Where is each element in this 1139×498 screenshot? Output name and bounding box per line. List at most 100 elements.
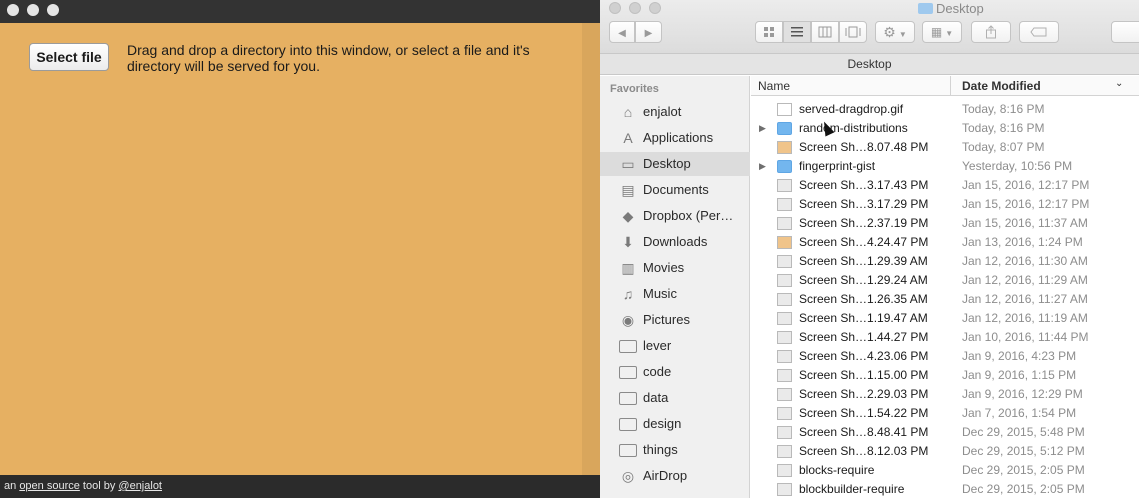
sidebar-icon: ♫ (622, 286, 634, 302)
sidebar-item-airdrop[interactable]: ◎ AirDrop (600, 464, 750, 488)
sidebar-item-design[interactable]: design (600, 412, 750, 436)
sidebar-item-enjalot[interactable]: ⌂ enjalot (600, 100, 750, 124)
cover-flow-button[interactable] (839, 21, 867, 43)
finder-zoom-button[interactable] (649, 2, 661, 14)
zoom-button[interactable] (47, 4, 59, 16)
file-name: Screen Sh…1.19.47 AM (799, 311, 928, 325)
finder-sidebar: Favorites ⌂ enjalot A Applications ▭ Desktop ▤… (600, 76, 750, 498)
file-date: Jan 13, 2016, 1:24 PM (962, 235, 1083, 249)
file-list: Name Date Modified ⌄ served-dragdrop.gif… (751, 76, 1139, 498)
sidebar-item-downloads[interactable]: ⬇ Downloads (600, 230, 750, 254)
icon-view-button[interactable] (755, 21, 783, 43)
sidebar-item-label: Music (643, 286, 677, 301)
sidebar-item-dropbox-per[interactable]: ◆ Dropbox (Per… (600, 204, 750, 228)
sidebar-item-lever[interactable]: lever (600, 334, 750, 358)
tag-button[interactable] (1019, 21, 1059, 43)
open-source-link[interactable]: open source (19, 480, 80, 492)
file-row[interactable]: Screen Sh…3.17.29 PM Jan 15, 2016, 12:17 … (751, 195, 1139, 214)
file-icon (777, 312, 792, 325)
column-view-icon (818, 26, 832, 38)
sidebar-item-movies[interactable]: ▥ Movies (600, 256, 750, 280)
file-row[interactable]: Screen Sh…2.37.19 PM Jan 15, 2016, 11:37 … (751, 214, 1139, 233)
file-name: random-distributions (799, 121, 908, 135)
file-name: Screen Sh…1.54.22 PM (799, 406, 929, 420)
action-button[interactable]: ⚙ ▼ (875, 21, 915, 43)
column-header-date-modified[interactable]: Date Modified (962, 79, 1041, 93)
share-button[interactable] (971, 21, 1011, 43)
sidebar-item-data[interactable]: data (600, 386, 750, 410)
path-bar-label: Desktop (847, 57, 892, 71)
sidebar-item-pictures[interactable]: ◉ Pictures (600, 308, 750, 332)
enjalot-link[interactable]: @enjalot (118, 480, 162, 492)
file-row[interactable]: Screen Sh…1.26.35 AM Jan 12, 2016, 11:27 … (751, 290, 1139, 309)
file-row[interactable]: Screen Sh…8.07.48 PM Today, 8:07 PM (751, 138, 1139, 157)
column-divider[interactable] (950, 76, 951, 96)
file-row[interactable]: Screen Sh…8.12.03 PM Dec 29, 2015, 5:12 P… (751, 442, 1139, 461)
file-row[interactable]: Screen Sh…2.29.03 PM Jan 9, 2016, 12:29 P… (751, 385, 1139, 404)
sidebar-item-label: lever (643, 338, 672, 353)
file-row[interactable]: Screen Sh…1.44.27 PM Jan 10, 2016, 11:44 … (751, 328, 1139, 347)
file-row[interactable]: Screen Sh…1.54.22 PM Jan 7, 2016, 1:54 PM (751, 404, 1139, 423)
column-header-name[interactable]: Name (758, 79, 790, 93)
file-row[interactable]: Screen Sh…8.48.41 PM Dec 29, 2015, 5:48 P… (751, 423, 1139, 442)
footer-middle: tool by (82, 480, 116, 492)
file-name: Screen Sh…2.37.19 PM (799, 216, 929, 230)
file-row[interactable]: Screen Sh…4.24.47 PM Jan 13, 2016, 1:24 P… (751, 233, 1139, 252)
sidebar-item-label: things (643, 442, 678, 457)
finder-minimize-button[interactable] (629, 2, 641, 14)
gear-icon: ⚙ (883, 24, 896, 40)
sidebar-icon: ▭ (621, 156, 635, 172)
select-file-button[interactable]: Select file (29, 43, 109, 71)
sidebar-item-music[interactable]: ♫ Music (600, 282, 750, 306)
app-scrollbar[interactable] (582, 23, 600, 475)
file-row[interactable]: ▶ random-distributions Today, 8:16 PM (751, 119, 1139, 138)
file-row[interactable]: Screen Sh…1.29.24 AM Jan 12, 2016, 11:29 … (751, 271, 1139, 290)
file-row[interactable]: Screen Sh…1.19.47 AM Jan 12, 2016, 11:19 … (751, 309, 1139, 328)
app-titlebar[interactable] (0, 0, 600, 23)
file-icon (777, 274, 792, 287)
sidebar-icon: ⬇ (622, 234, 634, 250)
search-field[interactable] (1111, 21, 1139, 43)
file-date: Today, 8:07 PM (962, 140, 1045, 154)
file-row[interactable]: ▶ fingerprint-gist Yesterday, 10:56 PM (751, 157, 1139, 176)
file-icon (777, 445, 792, 458)
file-row[interactable]: Screen Sh…1.15.00 PM Jan 9, 2016, 1:15 PM (751, 366, 1139, 385)
file-icon (777, 198, 792, 211)
sidebar-item-code[interactable]: code (600, 360, 750, 384)
sidebar-icon: ◎ (621, 468, 635, 484)
disclosure-triangle-icon[interactable]: ▶ (759, 119, 769, 138)
file-row[interactable]: Screen Sh…1.29.39 AM Jan 12, 2016, 11:30 … (751, 252, 1139, 271)
file-icon (777, 388, 792, 401)
path-bar: Desktop (600, 54, 1139, 75)
file-row[interactable]: Screen Sh…3.17.43 PM Jan 15, 2016, 12:17 … (751, 176, 1139, 195)
file-date: Dec 29, 2015, 2:05 PM (962, 482, 1085, 496)
file-name: Screen Sh…8.07.48 PM (799, 140, 929, 154)
close-button[interactable] (7, 4, 19, 16)
file-date: Jan 12, 2016, 11:30 AM (962, 254, 1088, 268)
sidebar-item-applications[interactable]: A Applications (600, 126, 750, 150)
file-row[interactable]: blockbuilder-require Dec 29, 2015, 2:05 P… (751, 480, 1139, 498)
sidebar-item-label: AirDrop (643, 468, 688, 483)
file-date: Today, 8:16 PM (962, 121, 1045, 135)
disclosure-triangle-icon[interactable]: ▶ (759, 157, 769, 176)
sidebar-item-documents[interactable]: ▤ Documents (600, 178, 750, 202)
file-row[interactable]: Screen Sh…4.23.06 PM Jan 9, 2016, 4:23 PM (751, 347, 1139, 366)
forward-button[interactable]: ▶ (635, 21, 662, 43)
file-date: Jan 15, 2016, 12:17 PM (962, 197, 1090, 211)
file-name: Screen Sh…1.29.39 AM (799, 254, 928, 268)
instructions-text: Drag and drop a directory into this wind… (127, 42, 530, 74)
finder-close-button[interactable] (609, 2, 621, 14)
file-icon (777, 426, 792, 439)
file-row[interactable]: blocks-require Dec 29, 2015, 2:05 PM (751, 461, 1139, 480)
minimize-button[interactable] (27, 4, 39, 16)
file-name: Screen Sh…4.24.47 PM (799, 235, 929, 249)
list-view-button[interactable] (783, 21, 811, 43)
column-view-button[interactable] (811, 21, 839, 43)
back-button[interactable]: ◀ (609, 21, 635, 43)
arrange-button[interactable]: ▦ ▼ (922, 21, 962, 43)
sidebar-item-things[interactable]: things (600, 438, 750, 462)
window-title-text: Desktop (936, 1, 984, 16)
file-name: Screen Sh…2.29.03 PM (799, 387, 929, 401)
sidebar-item-desktop[interactable]: ▭ Desktop (600, 152, 750, 176)
file-row[interactable]: served-dragdrop.gif Today, 8:16 PM (751, 100, 1139, 119)
